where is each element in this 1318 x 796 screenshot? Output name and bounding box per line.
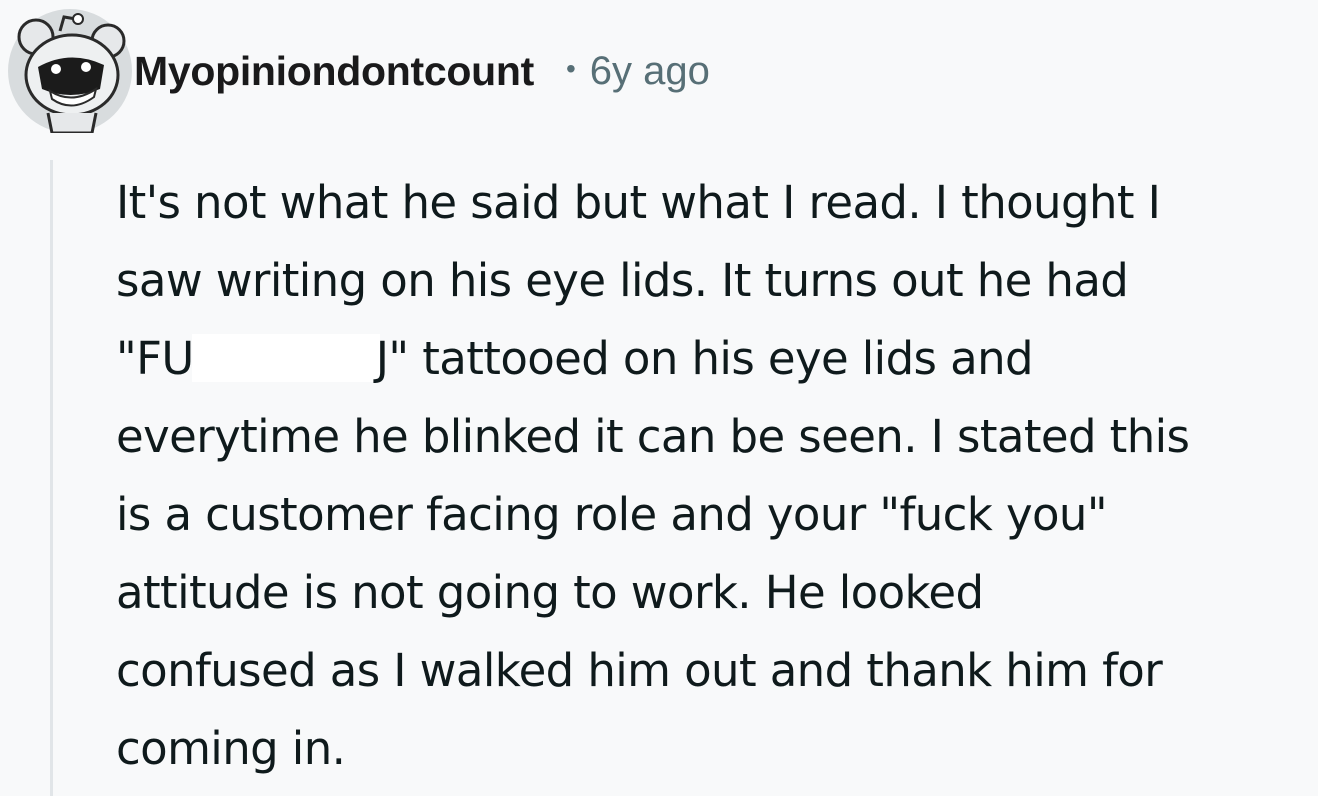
- thread-collapse-line[interactable]: [50, 160, 53, 796]
- comment-line: coming in.: [116, 722, 346, 775]
- user-avatar[interactable]: [8, 9, 132, 133]
- comment-line: attitude is not going to work. He looked: [116, 566, 984, 619]
- comment-line-redacted: "FU J" tattooed on his eye lids and: [116, 320, 1306, 398]
- comment-text-before-redaction: "FU: [116, 332, 194, 385]
- comment-body: It's not what he said but what I read. I…: [116, 164, 1306, 788]
- comment-line: everytime he blinked it can be seen. I s…: [116, 410, 1190, 463]
- comment-header: Myopiniondontcount • 6y ago: [8, 8, 710, 134]
- comment: Myopiniondontcount • 6y ago It's not wha…: [0, 0, 1318, 796]
- author-username[interactable]: Myopiniondontcount: [134, 48, 534, 95]
- comment-line: confused as I walked him out and thank h…: [116, 644, 1163, 697]
- comment-text-after-redaction: J" tattooed on his eye lids and: [375, 332, 1034, 385]
- comment-line: is a customer facing role and your "fuck…: [116, 488, 1108, 541]
- comment-timestamp[interactable]: 6y ago: [590, 49, 710, 94]
- comment-line: saw writing on his eye lids. It turns ou…: [116, 254, 1129, 307]
- meta-separator: •: [565, 53, 576, 84]
- redaction-box: [191, 334, 380, 382]
- comment-line: It's not what he said but what I read. I…: [116, 176, 1161, 229]
- snoo-avatar-icon: [8, 9, 132, 133]
